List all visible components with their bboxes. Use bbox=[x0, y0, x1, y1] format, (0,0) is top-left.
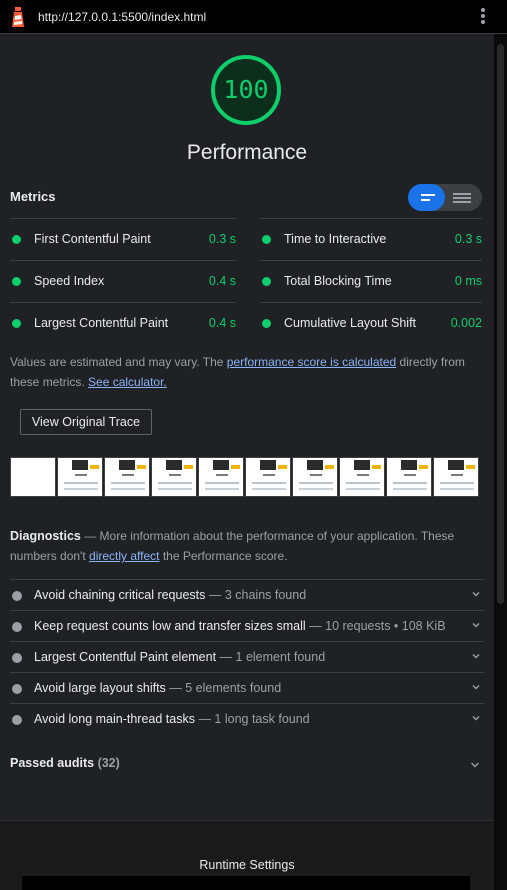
audit-detail: 3 chains found bbox=[224, 588, 307, 602]
diagnostics-title: Diagnostics bbox=[10, 529, 81, 543]
metric-label: Cumulative Layout Shift bbox=[284, 316, 417, 330]
filmstrip bbox=[10, 457, 494, 497]
pass-dot-icon bbox=[262, 277, 271, 286]
url-text[interactable]: http://127.0.0.1:5500/index.html bbox=[38, 10, 206, 24]
metric-label: Speed Index bbox=[34, 274, 105, 288]
filmstrip-frame bbox=[386, 457, 432, 497]
audit-row[interactable]: Avoid large layout shifts — 5 elements f… bbox=[10, 672, 484, 703]
filmstrip-frame bbox=[198, 457, 244, 497]
diagnostics-description: the Performance score. bbox=[159, 549, 288, 563]
audit-title: Avoid large layout shifts bbox=[34, 681, 166, 695]
metrics-heading: Metrics bbox=[10, 189, 56, 204]
metric-value: 0 ms bbox=[454, 274, 482, 288]
pass-dot-icon bbox=[12, 319, 21, 328]
pass-dot-icon bbox=[12, 277, 21, 286]
metric-row: Speed Index 0.4 s bbox=[10, 260, 236, 302]
filmstrip-frame bbox=[104, 457, 150, 497]
audit-title: Avoid chaining critical requests bbox=[34, 588, 206, 602]
metric-label: Time to Interactive bbox=[284, 232, 387, 246]
informative-dot-icon bbox=[12, 622, 22, 632]
audit-title: Largest Contentful Paint element bbox=[34, 650, 217, 664]
informative-dot-icon bbox=[12, 591, 22, 601]
filmstrip-frame bbox=[57, 457, 103, 497]
score-calculated-link[interactable]: performance score is calculated bbox=[227, 355, 396, 369]
audit-detail: 1 long task found bbox=[214, 712, 310, 726]
scrollbar-thumb[interactable] bbox=[497, 44, 504, 604]
address-bar: http://127.0.0.1:5500/index.html bbox=[0, 0, 507, 34]
metric-value: 0.4 s bbox=[208, 274, 236, 288]
filmstrip-frame bbox=[10, 457, 56, 497]
metric-row: Time to Interactive 0.3 s bbox=[260, 218, 482, 260]
metric-value: 0.002 bbox=[450, 316, 482, 330]
informative-dot-icon bbox=[12, 715, 22, 725]
metric-label: Largest Contentful Paint bbox=[34, 316, 169, 330]
metric-row: Total Blocking Time 0 ms bbox=[260, 260, 482, 302]
pass-dot-icon bbox=[262, 319, 271, 328]
metric-row: Cumulative Layout Shift 0.002 bbox=[260, 302, 482, 344]
score-gauge: 100 bbox=[210, 54, 282, 126]
filmstrip-frame bbox=[433, 457, 479, 497]
lighthouse-report: 100 Performance Metrics First Contentful… bbox=[0, 34, 494, 890]
see-calculator-link[interactable]: See calculator. bbox=[88, 375, 167, 389]
lighthouse-icon bbox=[12, 7, 24, 27]
pass-dot-icon bbox=[12, 235, 21, 244]
pass-dot-icon bbox=[262, 235, 271, 244]
separator: — bbox=[80, 529, 100, 543]
directly-affect-link[interactable]: directly affect bbox=[89, 549, 159, 563]
kebab-menu-icon[interactable] bbox=[480, 8, 486, 26]
audit-title: Keep request counts low and transfer siz… bbox=[34, 619, 306, 633]
metric-label: First Contentful Paint bbox=[34, 232, 151, 246]
audit-detail: 1 element found bbox=[235, 650, 326, 664]
filmstrip-frame bbox=[292, 457, 338, 497]
chevron-down-icon[interactable] bbox=[472, 621, 480, 629]
audit-title: Avoid long main-thread tasks bbox=[34, 712, 195, 726]
chevron-down-icon[interactable] bbox=[472, 683, 480, 691]
note-text: Values are estimated and may vary. The bbox=[10, 355, 227, 369]
view-original-trace-button[interactable]: View Original Trace bbox=[20, 409, 152, 435]
audit-detail: 10 requests • 108 KiB bbox=[325, 619, 446, 633]
chevron-down-icon[interactable] bbox=[472, 652, 480, 660]
audit-row[interactable]: Avoid chaining critical requests — 3 cha… bbox=[10, 579, 484, 610]
list-view-icon[interactable] bbox=[408, 184, 445, 211]
chevron-down-icon[interactable] bbox=[470, 761, 480, 769]
divider bbox=[10, 302, 236, 303]
passed-audits-count: (32) bbox=[97, 756, 120, 770]
passed-audits-header[interactable]: Passed audits (32) bbox=[10, 756, 120, 770]
runtime-settings-title: Runtime Settings bbox=[199, 858, 295, 872]
metric-row: First Contentful Paint 0.3 s bbox=[10, 218, 236, 260]
audit-row[interactable]: Keep request counts low and transfer siz… bbox=[10, 610, 484, 641]
chevron-down-icon[interactable] bbox=[472, 714, 480, 722]
filmstrip-frame bbox=[339, 457, 385, 497]
metrics-note: Values are estimated and may vary. The p… bbox=[10, 352, 484, 392]
category-title: Performance bbox=[186, 141, 308, 164]
chevron-down-icon[interactable] bbox=[472, 590, 480, 598]
metrics-view-toggle[interactable] bbox=[408, 184, 482, 211]
runtime-settings-table bbox=[22, 876, 470, 890]
audit-row[interactable]: Avoid long main-thread tasks — 1 long ta… bbox=[10, 703, 484, 734]
metric-row: Largest Contentful Paint 0.4 s bbox=[10, 302, 236, 344]
metric-value: 0.4 s bbox=[208, 316, 236, 330]
informative-dot-icon bbox=[12, 653, 22, 663]
informative-dot-icon bbox=[12, 684, 22, 694]
scrollbar[interactable] bbox=[494, 34, 507, 890]
metric-value: 0.3 s bbox=[208, 232, 236, 246]
filmstrip-frame bbox=[245, 457, 291, 497]
metric-value: 0.3 s bbox=[454, 232, 482, 246]
metric-label: Total Blocking Time bbox=[284, 274, 392, 288]
score-value: 100 bbox=[223, 75, 269, 104]
divider bbox=[260, 302, 482, 303]
audit-detail: 5 elements found bbox=[185, 681, 282, 695]
passed-audits-label: Passed audits bbox=[10, 756, 95, 770]
diagnostics-header: Diagnostics — More information about the… bbox=[10, 526, 484, 566]
audit-row[interactable]: Largest Contentful Paint element — 1 ele… bbox=[10, 641, 484, 672]
filmstrip-frame bbox=[151, 457, 197, 497]
